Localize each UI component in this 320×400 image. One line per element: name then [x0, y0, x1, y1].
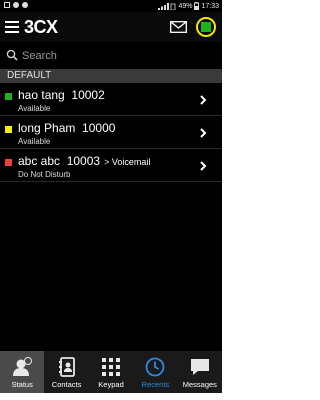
presence-indicator	[201, 22, 211, 32]
status-bar: 49% 17:33	[0, 0, 222, 12]
contact-name: long Pham	[18, 121, 76, 135]
notification-icon	[22, 2, 28, 8]
messages-icon	[190, 359, 209, 375]
tab-keypad[interactable]: Keypad	[89, 351, 133, 393]
phone-screen: 49% 17:33 3CX DEFAULT hao tang 10002 Ava…	[0, 0, 222, 393]
tab-label: Status	[11, 380, 33, 389]
chevron-right-icon	[200, 161, 207, 171]
recents-icon	[146, 357, 165, 377]
tab-label: Contacts	[51, 380, 82, 389]
contact-status: Do Not Disturb	[18, 170, 71, 179]
notification-icons	[4, 2, 28, 8]
app-logo: 3CX	[24, 17, 58, 37]
presence-status-indicator	[5, 159, 12, 166]
contact-row[interactable]: abc abc 10003 > Voicemail Do Not Disturb	[0, 150, 222, 182]
contact-name: hao tang	[18, 88, 65, 102]
battery-percent: 49%	[178, 2, 193, 10]
contact-name: abc abc	[18, 154, 61, 168]
mail-icon[interactable]	[170, 21, 187, 33]
clock: 17:33	[201, 2, 219, 10]
tab-label: Messages	[182, 380, 217, 389]
contact-name-line: abc abc 10003 > Voicemail	[18, 154, 150, 168]
contact-row[interactable]: hao tang 10002 Available	[0, 84, 222, 116]
forward-target: Voicemail	[111, 157, 151, 167]
system-status: 49% 17:33	[158, 2, 219, 10]
notification-icon	[13, 2, 19, 8]
contact-name-line: long Pham 10000	[18, 121, 115, 135]
contact-status: Available	[18, 104, 51, 113]
section-header: DEFAULT	[0, 69, 222, 83]
chevron-right-icon	[200, 95, 207, 105]
contact-row[interactable]: long Pham 10000 Available	[0, 117, 222, 149]
presence-status-indicator	[5, 93, 12, 100]
signal-icon	[158, 2, 176, 10]
battery-icon	[194, 2, 200, 10]
search-icon	[6, 49, 18, 61]
chevron-right-icon	[200, 128, 207, 138]
presence-status-indicator	[5, 126, 12, 133]
contacts-icon	[58, 357, 75, 377]
notification-icon	[4, 2, 10, 8]
contact-name-line: hao tang 10002	[18, 88, 105, 102]
tab-label: Keypad	[98, 380, 124, 389]
search-bar	[0, 44, 222, 68]
status-icon	[13, 357, 33, 376]
contact-status: Available	[18, 137, 51, 146]
tab-contacts[interactable]: Contacts	[44, 351, 88, 393]
contact-extension: 10000	[82, 121, 116, 135]
contact-extension: 10003	[66, 154, 101, 168]
tab-status[interactable]: Status	[0, 351, 45, 393]
tab-recents[interactable]: Recents	[133, 351, 177, 393]
tab-messages[interactable]: Messages	[178, 351, 222, 393]
contact-extension: 10002	[71, 88, 105, 102]
forward-arrow-icon: >	[104, 157, 110, 167]
presence-button[interactable]	[196, 17, 216, 37]
forward-label: > Voicemail	[104, 157, 150, 167]
bottom-navigation: Status Contacts Keypad Recents Messages	[0, 351, 222, 393]
tab-label: Recents	[141, 380, 170, 389]
app-bar: 3CX	[0, 12, 222, 42]
menu-icon[interactable]	[5, 21, 19, 33]
search-input[interactable]	[22, 48, 212, 64]
keypad-icon	[102, 358, 121, 376]
